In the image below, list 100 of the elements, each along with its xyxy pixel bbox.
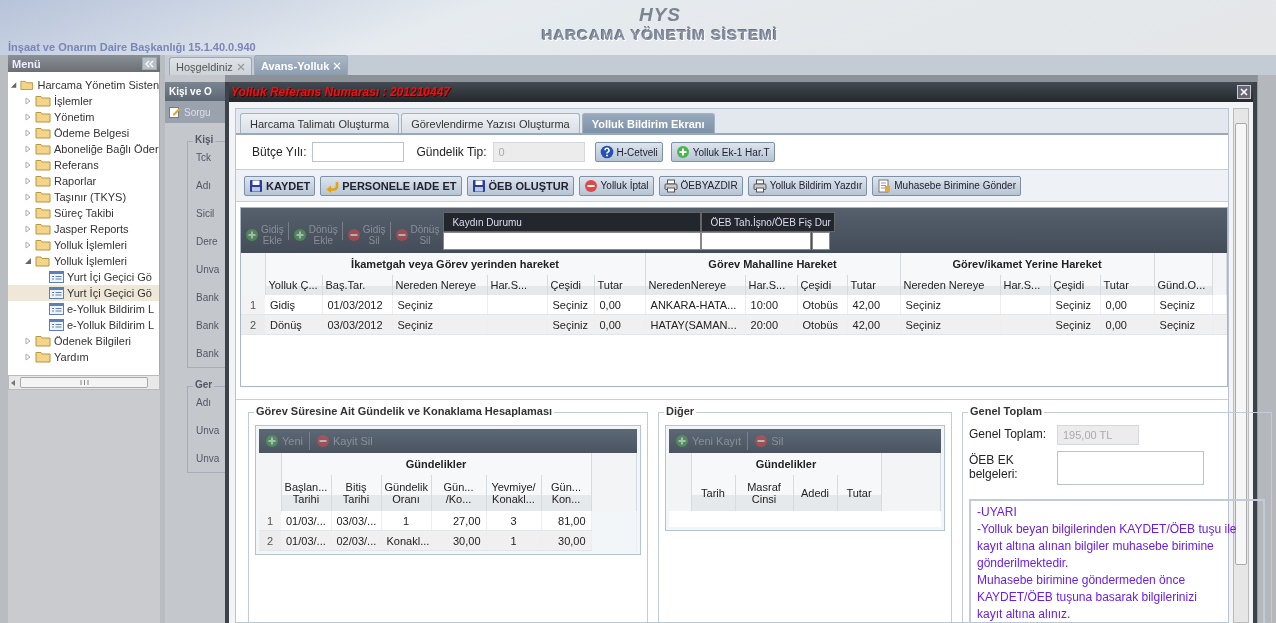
column-header[interactable]: Çeşidi [547, 275, 594, 295]
table-cell: ANKARA-HATA... [645, 295, 746, 315]
input-field[interactable] [812, 232, 831, 250]
plus-circle-icon [675, 434, 689, 448]
list-page-icon [49, 319, 64, 331]
field-label: Bank [196, 347, 220, 359]
column-header[interactable]: Çeşidi [797, 275, 848, 295]
minus-circle-icon [316, 434, 330, 448]
page-tab[interactable]: Hoşgeldiniz [169, 57, 252, 75]
toolbar-button[interactable]: Muhasebe Birimine Gönder [872, 175, 1021, 196]
tree-item[interactable]: Aboneliğe Bağlı Öder [8, 141, 159, 157]
column-header[interactable]: Çeşidi [1050, 275, 1101, 295]
column-group-header: İkametgah veya Görev yerinden hareket [265, 253, 646, 275]
minus-circle-icon [754, 434, 769, 448]
table-cell: 0,00 [1100, 295, 1155, 315]
field-label: ÖEB EK belgeleri: [969, 452, 1019, 481]
table-cell: Seçiniz [547, 295, 594, 315]
column-header[interactable]: NeredenNereye [645, 275, 746, 295]
table-cell [1000, 295, 1051, 315]
folder-icon [35, 159, 51, 171]
tree-item[interactable]: Ödenek Bilgileri [8, 333, 159, 349]
tree-item[interactable]: Yurt İçi Geçici Gö [8, 285, 159, 301]
column-header[interactable]: Yolluk Ç... [265, 275, 322, 295]
table-cell: Dönüş [265, 314, 322, 335]
field-label: Unva [196, 452, 221, 464]
tree-item[interactable]: Referans [8, 157, 159, 173]
tree-item[interactable]: Ödeme Belgesi [8, 125, 159, 141]
toolbar-button[interactable]: KAYDET [244, 175, 316, 196]
close-icon[interactable] [236, 62, 245, 71]
column-header[interactable]: Gün... /Ko... [431, 475, 486, 511]
column-header[interactable]: Adedi [793, 475, 837, 511]
column-header[interactable]: Tutar [1100, 275, 1155, 295]
grip-icon [79, 380, 89, 385]
dialog-tab[interactable]: Görevlendirme Yazısı Oluşturma [401, 113, 580, 133]
column-header[interactable]: Yevmiye/ Konakl... [486, 475, 541, 511]
dialog-tab[interactable]: Harcama Talimatı Oluşturma [240, 113, 400, 133]
table-cell: Seçiniz [392, 295, 487, 315]
tree-item[interactable]: e-Yolluk Bildirim L [8, 301, 159, 317]
tree-item[interactable]: İşlemler [8, 93, 159, 109]
toolbar-button[interactable]: ÖEB OLUŞTUR [466, 175, 574, 196]
tree-item[interactable]: Jasper Reports [8, 221, 159, 237]
column-header[interactable]: Tutar [847, 275, 901, 295]
column-header[interactable]: Nereden Nereye [900, 275, 1001, 295]
toolbar-button[interactable]: Yolluk Bildirim Yazdır [747, 175, 868, 196]
column-header[interactable]: Har.S... [745, 275, 798, 295]
input-field[interactable] [701, 232, 812, 250]
column-group-header [1154, 253, 1213, 275]
column-header[interactable]: Gündelik Oranı [381, 475, 431, 511]
column-header[interactable]: Günd.O... [1154, 275, 1213, 295]
folder-icon [35, 255, 51, 267]
tree-item[interactable]: Yurt İçi Geçici Gö [8, 269, 159, 285]
tree-item[interactable]: Taşınır (TKYS) [8, 189, 159, 205]
input-field[interactable] [312, 142, 405, 162]
row-number: 2 [241, 314, 265, 335]
collapse-button[interactable] [142, 57, 157, 70]
tree-item[interactable]: Harcama Yönetim Sisten [8, 77, 159, 93]
column-header[interactable]: Masraf Cinsi [735, 475, 793, 511]
field-label: Tck [196, 151, 212, 163]
tree-item[interactable]: Yolluk İşlemleri [8, 237, 159, 253]
text-area[interactable] [1057, 451, 1204, 485]
input-field[interactable] [443, 232, 702, 250]
status-header: Kaydın Durumu [443, 212, 702, 232]
scrollbar-thumb[interactable] [20, 377, 148, 388]
column-header[interactable]: Baş.Tar. [322, 275, 392, 295]
expanded-arrow-icon[interactable] [24, 257, 32, 265]
tree-item[interactable]: Süreç Takibi [8, 205, 159, 221]
tree-item[interactable]: Yönetim [8, 109, 159, 125]
horizontal-scrollbar[interactable] [8, 375, 160, 390]
scroll-left-arrow-icon[interactable] [11, 379, 16, 386]
folder-icon [35, 143, 51, 155]
folder-icon [35, 95, 51, 107]
tree-item[interactable]: Yolluk İşlemleri [8, 253, 159, 269]
logo-text: HYS [638, 4, 682, 26]
column-header[interactable]: Har.S... [487, 275, 547, 295]
table-cell: 0,00 [594, 295, 646, 315]
column-header[interactable]: Gün... Kon... [541, 475, 592, 511]
header-corner [241, 253, 265, 295]
column-header[interactable]: Nereden Nereye [392, 275, 487, 295]
folder-icon [35, 351, 51, 363]
tree-item[interactable]: e-Yolluk Bildirim L [8, 317, 159, 333]
folder-icon [35, 111, 51, 123]
column-header[interactable]: Har.S... [1000, 275, 1051, 295]
column-header[interactable]: Tutar [594, 275, 646, 295]
scrollbar-thumb[interactable] [1235, 123, 1247, 565]
toolbar-button[interactable]: ÖEBYAZDIR [658, 175, 743, 196]
column-header[interactable]: Başlan... Tarihi [281, 475, 331, 511]
list-page-icon [49, 271, 64, 283]
expanded-arrow-icon[interactable] [10, 81, 18, 89]
field-label: Unva [196, 263, 221, 275]
column-header[interactable]: Tarih [691, 475, 735, 511]
toolbar-button[interactable]: Yolluk Ek-1 Har.T [670, 142, 775, 162]
tree-item[interactable]: Yardım [8, 349, 159, 365]
column-header[interactable]: Bitiş Tarihi [331, 475, 381, 511]
toolbar-button[interactable]: PERSONELE IADE ET [320, 175, 462, 196]
column-header[interactable]: Tutar [837, 475, 882, 511]
tree-item[interactable]: Raporlar [8, 173, 159, 189]
double-chevron-left-icon [145, 59, 154, 68]
toolbar-button[interactable]: H-Cetveli [594, 142, 663, 162]
toolbar-button[interactable]: Yolluk İptal [578, 175, 654, 196]
close-button[interactable] [1237, 85, 1251, 99]
